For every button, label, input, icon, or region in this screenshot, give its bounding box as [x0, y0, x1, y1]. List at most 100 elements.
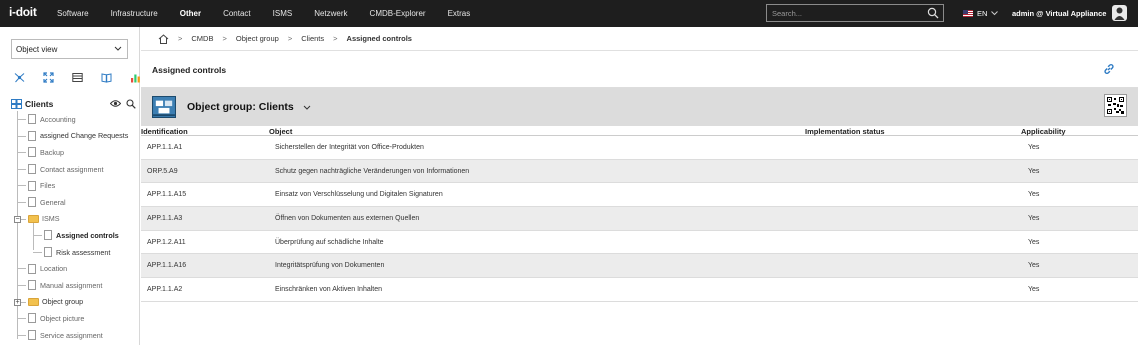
tree-item-label: Risk assessment — [56, 247, 111, 257]
eye-icon[interactable] — [110, 99, 121, 108]
table-view-icon[interactable] — [72, 72, 83, 83]
tree-item-label: Location — [40, 264, 68, 274]
file-icon — [28, 313, 36, 324]
tree-item-service-assignment[interactable]: Service assignment — [11, 327, 139, 344]
column-header-implementation-status[interactable]: Implementation status — [805, 127, 885, 136]
cell-applicability: Yes — [1028, 215, 1040, 223]
tree-item-object-group[interactable]: + Object group — [11, 294, 139, 311]
menu-item-other[interactable]: Other — [169, 9, 212, 18]
report-chart-icon[interactable] — [130, 72, 141, 83]
breadcrumb-cmdb[interactable]: CMDB — [191, 34, 213, 43]
tree-item-assigned-change-requests[interactable]: assigned Change Requests — [11, 128, 139, 145]
tree-item-label: Assigned controls — [56, 230, 119, 240]
cell-applicability: Yes — [1028, 191, 1040, 199]
collapse-icon[interactable]: − — [14, 215, 21, 223]
column-header-applicability[interactable]: Applicability — [1021, 127, 1066, 136]
file-icon — [28, 164, 36, 175]
tree-item-object-picture[interactable]: Object picture — [11, 310, 139, 327]
file-icon — [28, 197, 36, 208]
menu-item-isms[interactable]: ISMS — [262, 9, 304, 18]
language-selector[interactable]: EN — [963, 9, 999, 18]
column-header-identification[interactable]: Identification — [141, 127, 188, 136]
cell-identification: APP.1.2.A11 — [147, 238, 186, 246]
chevron-down-icon — [114, 46, 122, 51]
book-icon[interactable] — [101, 72, 112, 83]
object-tree: Clients Accounting assigned Change Reque… — [11, 97, 139, 343]
user-menu[interactable]: admin @ Virtual Appliance — [1012, 9, 1106, 18]
main-menu: Software Infrastructure Other Contact IS… — [46, 0, 481, 27]
tree-item-label: Manual assignment — [40, 280, 103, 290]
tree-item-files[interactable]: Files — [11, 177, 139, 194]
table-row[interactable]: APP.1.1.A16 Integritätsprüfung von Dokum… — [141, 254, 1138, 279]
file-icon — [28, 280, 36, 291]
chevron-down-icon[interactable] — [303, 104, 311, 112]
home-icon[interactable] — [158, 33, 169, 44]
cell-object: Einschränken von Aktiven Inhalten — [275, 286, 383, 294]
tree-item-general[interactable]: General — [11, 194, 139, 211]
view-select[interactable]: Object view — [11, 39, 128, 59]
cell-applicability: Yes — [1028, 262, 1040, 270]
menu-item-netzwerk[interactable]: Netzwerk — [303, 9, 358, 18]
cell-identification: APP.1.1.A15 — [147, 191, 187, 199]
search-icon[interactable] — [927, 7, 939, 19]
menu-item-contact[interactable]: Contact — [212, 9, 262, 18]
cell-applicability: Yes — [1028, 167, 1040, 175]
table-header: Identification Object Implementation sta… — [141, 126, 1138, 136]
tree-item-backup[interactable]: Backup — [11, 144, 139, 161]
tree-item-contact-assignment[interactable]: Contact assignment — [11, 161, 139, 178]
cell-object: Sicherstellen der Integrität von Office-… — [275, 144, 424, 151]
table-row[interactable]: ORP.5.A9 Schutz gegen nachträgliche Verä… — [141, 159, 1138, 184]
table-row[interactable]: APP.1.1.A3 Öffnen von Dokumenten aus ext… — [141, 207, 1138, 231]
user-icon — [1114, 7, 1125, 20]
breadcrumb-object-group[interactable]: Object group — [236, 34, 279, 43]
cell-identification: ORP.5.A9 — [147, 167, 178, 175]
tree-item-label: Accounting — [40, 114, 76, 124]
menu-item-extras[interactable]: Extras — [437, 9, 482, 18]
menu-item-cmdb-explorer[interactable]: CMDB-Explorer — [359, 9, 437, 18]
table-row[interactable]: APP.1.1.A15 Einsatz von Verschlüsselung … — [141, 183, 1138, 208]
menu-item-infrastructure[interactable]: Infrastructure — [100, 9, 169, 18]
object-group-icon — [11, 99, 22, 109]
tree-item-label: Object group — [42, 297, 84, 307]
cell-identification: APP.1.1.A16 — [147, 262, 187, 270]
tree-item-accounting[interactable]: Accounting — [11, 111, 139, 128]
tree-root[interactable]: Clients — [11, 97, 139, 111]
tree-item-manual-assignment[interactable]: Manual assignment — [11, 277, 139, 294]
cell-identification: APP.1.1.A3 — [147, 215, 183, 223]
tree-item-risk-assessment[interactable]: Risk assessment — [11, 244, 139, 261]
cell-applicability: Yes — [1028, 286, 1040, 294]
controls-table: Identification Object Implementation sta… — [141, 126, 1138, 302]
search-icon[interactable] — [126, 99, 136, 109]
tree-item-isms[interactable]: − ISMS — [11, 211, 139, 228]
app-logo[interactable]: i-doit — [9, 5, 37, 19]
table-row[interactable]: APP.1.1.A2 Einschränken von Aktiven Inha… — [141, 278, 1138, 302]
tree-item-label: Service assignment — [40, 330, 103, 340]
network-icon[interactable] — [14, 72, 25, 83]
tree-toolbar — [14, 72, 141, 83]
table-row[interactable]: APP.1.2.A11 Überprüfung auf schädliche I… — [141, 231, 1138, 255]
chevron-right-icon: > — [333, 34, 338, 43]
folder-icon — [28, 297, 39, 306]
link-icon[interactable] — [1103, 63, 1115, 75]
tree-item-label: Object picture — [40, 313, 85, 323]
cell-object: Überprüfung auf schädliche Inhalte — [275, 238, 384, 246]
table-row[interactable]: APP.1.1.A1 Sicherstellen der Integrität … — [141, 136, 1138, 160]
breadcrumb-clients[interactable]: Clients — [301, 34, 324, 43]
expand-icon[interactable]: + — [14, 298, 21, 306]
file-icon — [28, 180, 36, 191]
page-title: Assigned controls — [152, 65, 227, 75]
menu-item-software[interactable]: Software — [46, 9, 100, 18]
avatar[interactable] — [1112, 5, 1127, 21]
chevron-right-icon: > — [178, 34, 183, 43]
expand-icon[interactable] — [43, 72, 54, 83]
tree-root-label: Clients — [25, 99, 54, 109]
object-title: Object group: Clients — [187, 101, 294, 113]
qr-code-icon[interactable] — [1104, 94, 1127, 117]
search-input[interactable]: Search... — [766, 4, 944, 22]
file-icon — [44, 230, 52, 241]
object-header: Object group: Clients — [141, 88, 1138, 126]
tree-item-assigned-controls[interactable]: Assigned controls — [11, 227, 139, 244]
column-header-object[interactable]: Object — [269, 127, 292, 136]
tree-item-location[interactable]: Location — [11, 260, 139, 277]
file-icon — [28, 147, 36, 158]
